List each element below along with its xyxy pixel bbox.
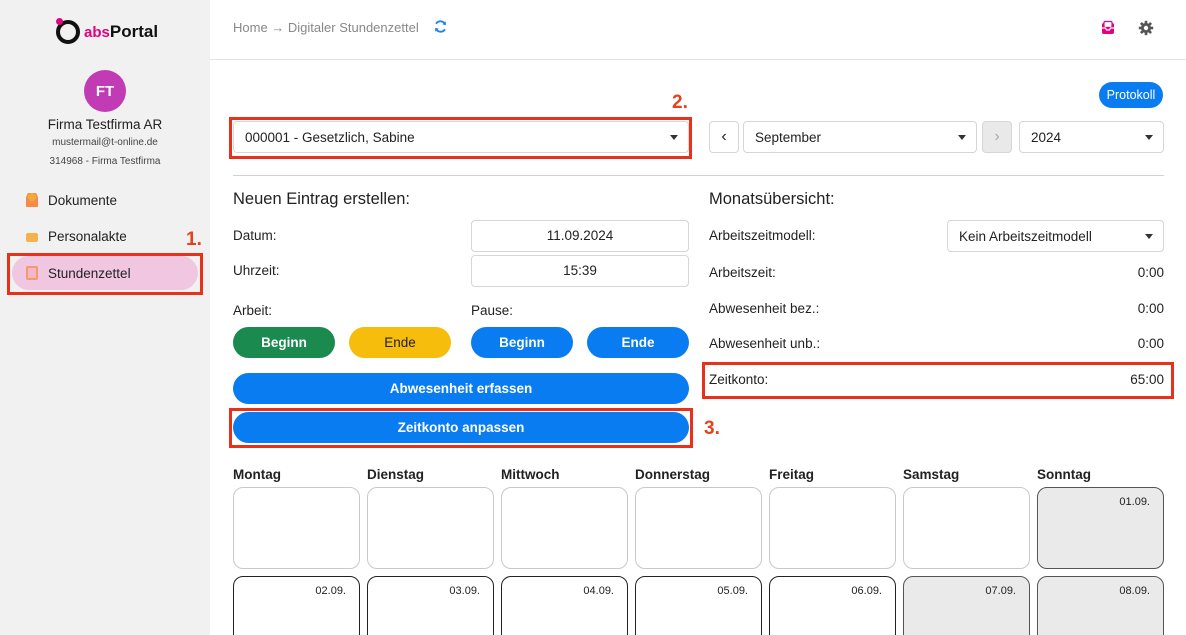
chevron-down-icon [1145,234,1153,239]
sidebar-item-dokumente[interactable]: Dokumente [12,183,198,217]
logo-ring-icon [56,18,80,44]
year-select[interactable]: 2024 [1019,121,1164,153]
employee-select[interactable]: 000001 - Gesetzlich, Sabine [233,121,689,153]
work-start-button[interactable]: Beginn [233,327,335,358]
calendar-date-label: 02.09. [315,585,346,597]
sidebar-item-label: Dokumente [48,192,118,208]
year-select-value: 2024 [1031,129,1062,145]
calendar-day-cell[interactable]: 06.09. [769,576,896,635]
calendar-date-label: 06.09. [851,585,882,597]
calendar-day-cell[interactable]: 08.09. [1037,576,1164,635]
day-header-wednesday: Mittwoch [501,467,560,482]
protokoll-button[interactable]: Protokoll [1099,82,1163,108]
annotation-3: 3. [704,418,720,439]
gear-icon[interactable] [1138,20,1154,36]
unpaid-absence-value: 0:00 [1137,336,1164,351]
work-model-select[interactable]: Kein Arbeitszeitmodell [947,220,1164,252]
new-entry-title: Neuen Eintrag erstellen: [233,190,411,208]
day-header-thursday: Donnerstag [635,467,711,482]
work-model-value: Kein Arbeitszeitmodell [959,228,1092,244]
company-email: mustermail@t-online.de [52,137,158,148]
inbox-icon[interactable] [1100,20,1116,36]
pause-start-button[interactable]: Beginn [471,327,573,358]
day-header-saturday: Samstag [903,467,960,482]
calendar-day-cell [903,487,1030,569]
briefcase-icon [26,233,38,242]
time-account-value: 65:00 [1130,372,1164,387]
calendar-date-label: 03.09. [449,585,480,597]
sidebar: abs Portal FT Firma Testfirma AR musterma… [0,0,210,635]
month-summary-title: Monatsübersicht: [709,190,835,208]
section-divider [233,175,1164,176]
prev-month-button[interactable]: ‹ [709,121,739,153]
highlight-box-stundenzettel [7,253,203,295]
calendar-day-cell[interactable]: 04.09. [501,576,628,635]
chevron-down-icon [1145,135,1153,140]
adjust-account-button[interactable]: Zeitkonto anpassen [233,412,689,443]
month-select[interactable]: September [743,121,977,153]
work-model-label: Arbeitszeitmodell: [709,228,816,243]
chevron-down-icon [958,135,966,140]
day-header-sunday: Sonntag [1037,467,1091,482]
day-header-friday: Freitag [769,467,815,482]
day-header-monday: Montag [233,467,281,482]
time-account-label: Zeitkonto: [709,372,769,387]
sidebar-item-personalakte[interactable]: Personalakte [12,219,198,253]
calendar-day-cell [769,487,896,569]
annotation-1: 1. [186,229,202,250]
work-end-button[interactable]: Ende [349,327,451,358]
company-name: Firma Testfirma AR [47,117,163,132]
company-id: 314968 - Firma Testfirma [49,156,161,167]
refresh-icon[interactable] [433,19,448,34]
unpaid-absence-label: Abwesenheit unb.: [709,336,821,351]
paid-absence-value: 0:00 [1137,301,1164,316]
absportal-logo[interactable]: abs Portal [56,18,159,44]
day-header-tuesday: Dienstag [367,467,425,482]
calendar-day-cell[interactable]: 07.09. [903,576,1030,635]
calendar-day-cell [233,487,360,569]
calendar-date-label: 04.09. [583,585,614,597]
annotation-2: 2. [672,92,688,113]
sidebar-item-label: Personalakte [48,228,127,244]
calendar-day-cell[interactable]: 01.09. [1037,487,1164,569]
month-select-value: September [755,129,822,145]
logo-abs-text: abs [84,23,110,41]
next-month-button[interactable]: › [982,121,1012,153]
pause-end-button[interactable]: Ende [587,327,689,358]
paid-absence-label: Abwesenheit bez.: [709,301,820,316]
employee-select-value: 000001 - Gesetzlich, Sabine [245,129,415,145]
calendar-date-label: 08.09. [1119,585,1150,597]
absence-button[interactable]: Abwesenheit erfassen [233,373,689,404]
calendar-date-label: 01.09. [1119,496,1150,508]
logo-portal-text: Portal [109,22,159,41]
calendar-day-cell[interactable]: 02.09. [233,576,360,635]
calendar-date-label: 07.09. [985,585,1016,597]
time-label: Uhrzeit: [233,263,280,278]
calendar-date-label: 05.09. [717,585,748,597]
worktime-label: Arbeitszeit: [709,265,776,280]
work-label: Arbeit: [233,303,273,318]
avatar[interactable]: FT [84,70,126,112]
calendar-day-cell [367,487,494,569]
worktime-value: 0:00 [1137,265,1164,280]
calendar-day-cell [501,487,628,569]
calendar-day-cell[interactable]: 05.09. [635,576,762,635]
time-field[interactable]: 15:39 [471,255,689,287]
calendar-day-cell[interactable]: 03.09. [367,576,494,635]
calendar-day-cell [635,487,762,569]
breadcrumb[interactable]: Home → Digitaler Stundenzettel [233,20,419,35]
date-field[interactable]: 11.09.2024 [471,220,689,252]
chevron-down-icon [670,135,678,140]
pause-label: Pause: [471,303,514,318]
date-label: Datum: [233,228,277,243]
header-divider [210,59,1186,60]
person-icon [26,193,38,207]
